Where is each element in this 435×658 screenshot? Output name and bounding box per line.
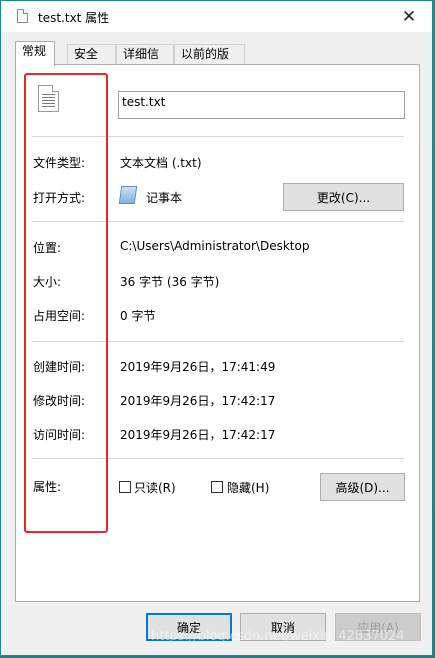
location-value: C:\Users\Administrator\Desktop bbox=[120, 239, 310, 253]
readonly-checkbox[interactable] bbox=[119, 481, 131, 493]
hidden-checkbox[interactable] bbox=[211, 481, 223, 493]
highlight-annotation-box bbox=[24, 73, 108, 533]
text-file-icon bbox=[17, 9, 28, 23]
ok-button[interactable]: 确定 bbox=[146, 613, 232, 641]
created-value: 2019年9月26日，17:41:49 bbox=[120, 360, 276, 374]
size-value: 36 字节 (36 字节) bbox=[120, 275, 220, 289]
advanced-button[interactable]: 高级(D)... bbox=[320, 473, 405, 501]
close-icon: ✕ bbox=[401, 6, 417, 27]
modified-value: 2019年9月26日，17:42:17 bbox=[120, 394, 276, 408]
properties-dialog: test.txt 属性 ✕ 常规 安全 详细信息 以前的版本 test.txt … bbox=[0, 0, 433, 656]
size-on-disk-value: 0 字节 bbox=[120, 309, 156, 323]
hidden-label[interactable]: 隐藏(H) bbox=[227, 479, 269, 496]
cancel-button[interactable]: 取消 bbox=[240, 613, 326, 641]
readonly-label[interactable]: 只读(R) bbox=[134, 479, 176, 496]
tab-security[interactable]: 安全 bbox=[67, 44, 116, 65]
tab-general[interactable]: 常规 bbox=[15, 41, 55, 66]
accessed-value: 2019年9月26日，17:42:17 bbox=[120, 428, 276, 442]
close-button[interactable]: ✕ bbox=[386, 1, 432, 32]
file-type-value: 文本文档 (.txt) bbox=[120, 156, 202, 170]
filename-field[interactable]: test.txt bbox=[118, 91, 405, 119]
notepad-icon bbox=[118, 186, 138, 204]
window-title: test.txt 属性 bbox=[38, 11, 110, 25]
opens-with-app: 记事本 bbox=[146, 191, 183, 205]
title-bar: test.txt 属性 ✕ bbox=[1, 1, 432, 32]
apply-button[interactable]: 应用(A) bbox=[335, 613, 421, 641]
tab-details[interactable]: 详细信息 bbox=[116, 44, 174, 80]
change-button[interactable]: 更改(C)... bbox=[283, 183, 404, 211]
tab-previous-versions[interactable]: 以前的版本 bbox=[174, 44, 245, 80]
